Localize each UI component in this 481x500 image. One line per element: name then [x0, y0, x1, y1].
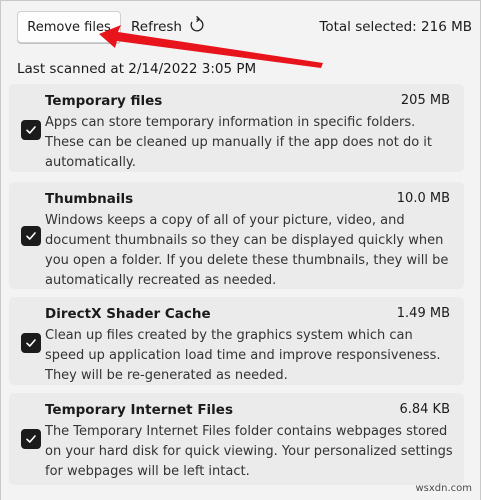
item-checkbox[interactable] [21, 429, 41, 449]
item-size: 1.49 MB [396, 306, 450, 321]
item-size: 205 MB [400, 93, 450, 108]
checkmark-icon [26, 339, 36, 347]
last-scanned-text: Last scanned at 2/14/2022 3:05 PM [17, 61, 257, 77]
cleanup-item-temporary-internet-files[interactable]: Temporary Internet Files 6.84 KB The Tem… [9, 393, 464, 485]
total-selected: Total selected: 216 MB [319, 19, 472, 35]
item-size: 10.0 MB [396, 191, 450, 206]
remove-files-button[interactable]: Remove files [17, 11, 121, 43]
toolbar: Remove files Refresh Total selected: 216… [17, 11, 472, 43]
item-checkbox[interactable] [21, 120, 41, 140]
item-description: Apps can store temporary information in … [45, 115, 433, 170]
cleanup-item-thumbnails[interactable]: Thumbnails 10.0 MB Windows keeps a copy … [9, 182, 464, 289]
watermark: wsxdn.com [415, 483, 472, 494]
refresh-icon [188, 16, 206, 38]
item-description: Windows keeps a copy of all of your pict… [45, 213, 449, 288]
item-title: Temporary Internet Files [45, 402, 233, 418]
item-size: 6.84 KB [399, 402, 450, 417]
item-title: Temporary files [45, 93, 163, 109]
checkmark-icon [26, 232, 36, 240]
item-title: Thumbnails [45, 191, 134, 207]
item-title: DirectX Shader Cache [45, 306, 211, 322]
checkmark-icon [26, 435, 36, 443]
refresh-button[interactable]: Refresh [131, 11, 206, 43]
item-description: The Temporary Internet Files folder cont… [45, 424, 453, 479]
cleanup-item-temporary-files[interactable]: Temporary files 205 MB Apps can store te… [9, 84, 464, 172]
checkmark-icon [26, 126, 36, 134]
item-checkbox[interactable] [21, 333, 41, 353]
item-description: Clean up files created by the graphics s… [45, 328, 441, 383]
item-checkbox[interactable] [21, 226, 41, 246]
cleanup-item-directx-shader-cache[interactable]: DirectX Shader Cache 1.49 MB Clean up fi… [9, 297, 464, 385]
refresh-label: Refresh [131, 19, 182, 35]
